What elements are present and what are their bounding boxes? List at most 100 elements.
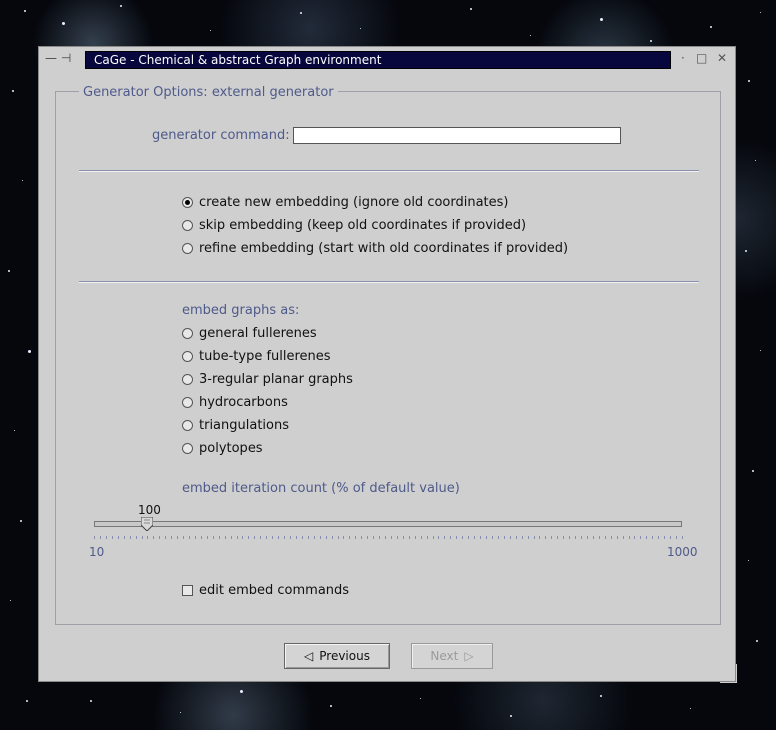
star [240, 690, 243, 693]
slider-tick [456, 536, 458, 539]
star [760, 350, 761, 351]
generator-command-input[interactable] [293, 127, 621, 144]
slider-tick [652, 536, 654, 539]
star [180, 712, 181, 713]
slider-tick [646, 536, 648, 539]
slider-tick [670, 536, 672, 539]
slider-tick [290, 536, 291, 539]
star [760, 12, 761, 13]
star [210, 30, 211, 31]
slider-tick [610, 536, 612, 539]
slider-tick [272, 536, 274, 539]
radio-button[interactable] [182, 397, 193, 408]
slider-tick [301, 536, 303, 539]
radio-button[interactable] [182, 197, 193, 208]
slider-tick [129, 536, 131, 539]
slider-tick [658, 536, 660, 539]
next-button[interactable]: Next ▷ [411, 643, 493, 669]
star [330, 705, 332, 707]
slider-tick [313, 536, 315, 539]
slider-tick [200, 536, 202, 539]
slider-tick [183, 536, 185, 539]
slider-tick [575, 536, 577, 539]
slider-tick [676, 536, 678, 539]
slider-tick [284, 536, 286, 539]
cage-dialog-window: — ⊣ CaGe - Chemical & abstract Graph env… [38, 46, 736, 682]
radio-button[interactable] [182, 420, 193, 431]
slider-tick [254, 536, 256, 539]
star [756, 640, 758, 642]
iteration-slider-track[interactable] [94, 521, 682, 527]
slider-tick [664, 536, 666, 539]
slider-tick [337, 536, 339, 539]
radio-button[interactable] [182, 443, 193, 454]
slider-tick [390, 536, 392, 539]
slider-tick [319, 536, 321, 539]
radio-button[interactable] [182, 243, 193, 254]
minimize-icon[interactable]: · [681, 51, 685, 65]
slider-tick [367, 536, 369, 539]
slider-tick [343, 536, 345, 539]
previous-button[interactable]: ◁ Previous [284, 643, 390, 669]
radio-label: general fullerenes [199, 326, 317, 341]
star [10, 600, 11, 601]
slider-tick [586, 536, 588, 539]
slider-tick [331, 536, 333, 539]
iteration-count-heading: embed iteration count (% of default valu… [182, 481, 460, 496]
slider-tick [628, 536, 630, 539]
star [650, 40, 652, 42]
close-icon[interactable]: ✕ [717, 51, 727, 65]
slider-tick [165, 536, 167, 539]
star [26, 700, 28, 702]
star [28, 350, 31, 353]
star [600, 18, 603, 21]
window-menu-icon[interactable]: — ⊣ [45, 51, 71, 65]
embed-as-heading: embed graphs as: [182, 303, 300, 318]
slider-tick [408, 536, 410, 539]
slider-tick [153, 536, 155, 539]
edit-embed-commands-checkbox[interactable] [182, 585, 193, 596]
slider-tick [194, 536, 196, 539]
radio-button[interactable] [182, 351, 193, 362]
slider-tick [278, 536, 280, 539]
previous-button-label: Previous [319, 649, 370, 663]
slider-tick [260, 536, 262, 539]
window-resize-corner[interactable] [720, 664, 737, 683]
slider-tick [123, 536, 125, 539]
edit-embed-commands-label[interactable]: edit embed commands [199, 583, 349, 598]
radio-button[interactable] [182, 328, 193, 339]
radio-label: hydrocarbons [199, 395, 288, 410]
slider-tick [486, 536, 487, 539]
slider-tick [462, 536, 464, 539]
slider-tick [468, 536, 470, 539]
slider-tick [159, 536, 161, 539]
radio-button[interactable] [182, 374, 193, 385]
generator-command-label: generator command: [152, 128, 290, 143]
slider-tick [634, 536, 636, 539]
title-bar[interactable]: — ⊣ CaGe - Chemical & abstract Graph env… [39, 47, 735, 71]
slider-tick [521, 536, 523, 539]
star [748, 560, 749, 561]
radio-button[interactable] [182, 220, 193, 231]
star [8, 270, 10, 272]
star [755, 160, 756, 161]
slider-thumb[interactable] [141, 517, 153, 531]
slider-tick [325, 536, 327, 539]
title-box[interactable]: CaGe - Chemical & abstract Graph environ… [85, 51, 671, 69]
star [748, 80, 750, 82]
slider-tick [373, 536, 375, 539]
slider-tick [295, 536, 297, 539]
radio-label: skip embedding (keep old coordinates if … [199, 218, 527, 233]
slider-tick [622, 536, 624, 539]
star [120, 5, 122, 7]
slider-tick [616, 536, 618, 539]
maximize-icon[interactable]: □ [696, 51, 707, 65]
next-arrow-icon: ▷ [464, 649, 474, 663]
slider-tick [224, 536, 226, 539]
slider-tick [117, 536, 119, 539]
star [90, 700, 92, 702]
slider-tick [515, 536, 517, 539]
next-button-label: Next [430, 649, 459, 663]
slider-tick [385, 536, 387, 539]
slider-tick [396, 536, 398, 539]
